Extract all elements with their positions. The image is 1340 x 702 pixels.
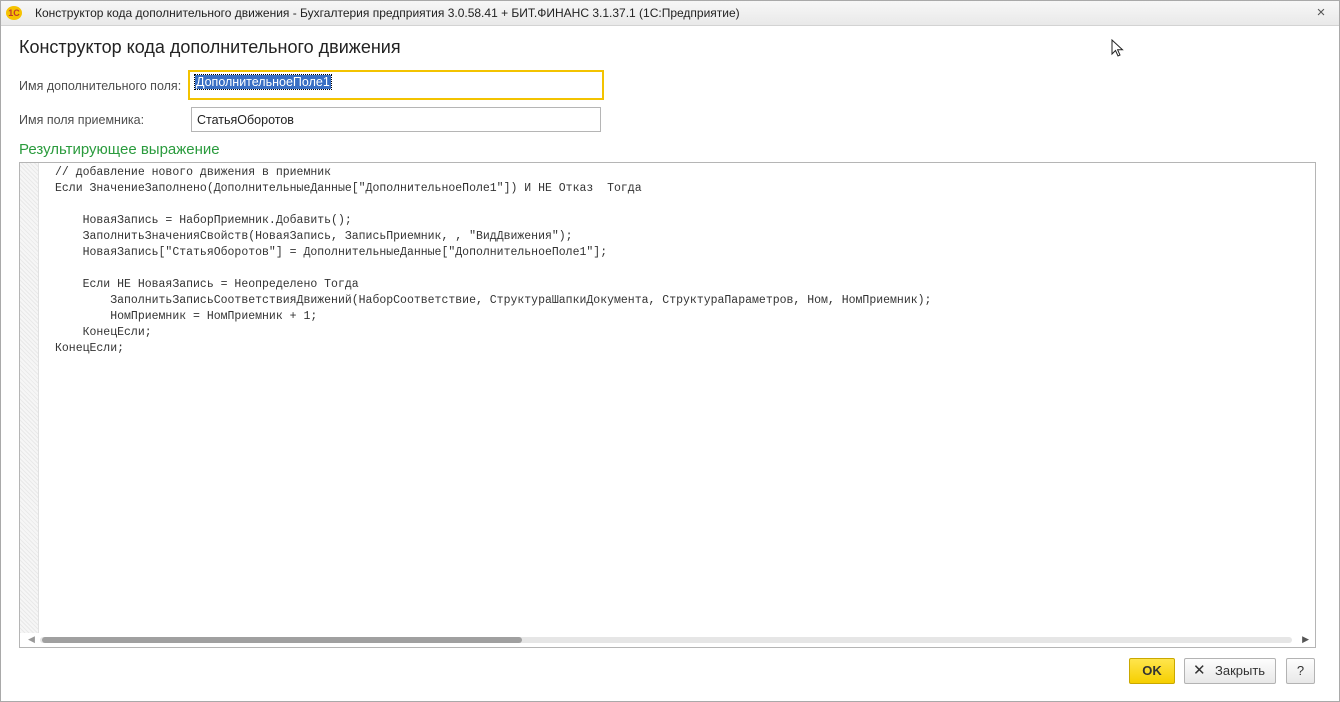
scrollbar-thumb[interactable] bbox=[42, 637, 522, 643]
close-button[interactable]: ✕ Закрыть bbox=[1184, 658, 1276, 684]
code-text[interactable]: // добавление нового движения в приемник… bbox=[55, 165, 931, 357]
form-title: Конструктор кода дополнительного движени… bbox=[19, 37, 401, 57]
receiver-field-input[interactable]: СтатьяОборотов bbox=[191, 107, 601, 132]
receiver-field-label: Имя поля приемника: bbox=[19, 113, 145, 127]
title-bar: 1С Конструктор кода дополнительного движ… bbox=[1, 1, 1339, 26]
ok-button[interactable]: OK bbox=[1129, 658, 1175, 684]
result-section-title: Результирующее выражение bbox=[19, 141, 220, 158]
horizontal-scrollbar[interactable]: ◀ ▶ bbox=[20, 633, 1315, 647]
extra-field-input[interactable]: ДополнительноеПоле1 bbox=[188, 70, 604, 100]
window-title: Конструктор кода дополнительного движени… bbox=[35, 6, 740, 20]
code-editor[interactable]: // добавление нового движения в приемник… bbox=[19, 162, 1316, 648]
dialog-window: 1С Конструктор кода дополнительного движ… bbox=[0, 0, 1340, 702]
receiver-field-value: СтатьяОборотов bbox=[197, 113, 294, 127]
mouse-pointer-icon bbox=[1111, 39, 1124, 57]
scroll-left-arrow-icon[interactable]: ◀ bbox=[28, 634, 35, 645]
extra-field-value: ДополнительноеПоле1 bbox=[194, 74, 332, 90]
editor-gutter bbox=[20, 163, 39, 633]
close-icon: ✕ bbox=[1193, 662, 1206, 679]
help-button[interactable]: ? bbox=[1286, 658, 1315, 684]
window-close-button[interactable]: × bbox=[1313, 5, 1329, 21]
extra-field-label: Имя дополнительного поля: bbox=[19, 79, 182, 93]
scroll-right-arrow-icon[interactable]: ▶ bbox=[1302, 634, 1309, 645]
app-logo-icon: 1С bbox=[6, 6, 22, 20]
close-button-label: Закрыть bbox=[1215, 663, 1266, 678]
